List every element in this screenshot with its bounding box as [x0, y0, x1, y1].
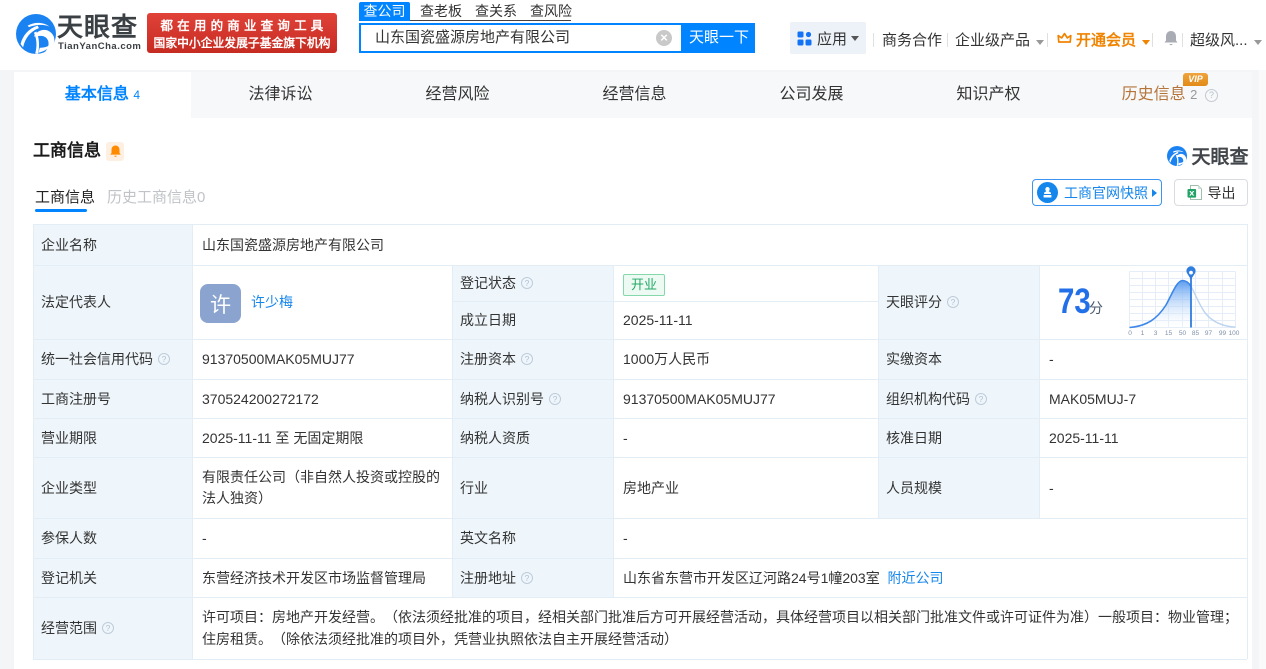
- svg-text:1: 1: [1141, 330, 1145, 337]
- svg-text:15: 15: [1165, 330, 1173, 337]
- svg-text:50: 50: [1179, 330, 1187, 337]
- svg-text:0: 0: [1128, 330, 1132, 337]
- svg-text:99: 99: [1219, 330, 1227, 337]
- svg-text:85: 85: [1192, 330, 1200, 337]
- svg-text:3: 3: [1154, 330, 1158, 337]
- svg-text:97: 97: [1205, 330, 1213, 337]
- svg-text:100: 100: [1229, 330, 1240, 337]
